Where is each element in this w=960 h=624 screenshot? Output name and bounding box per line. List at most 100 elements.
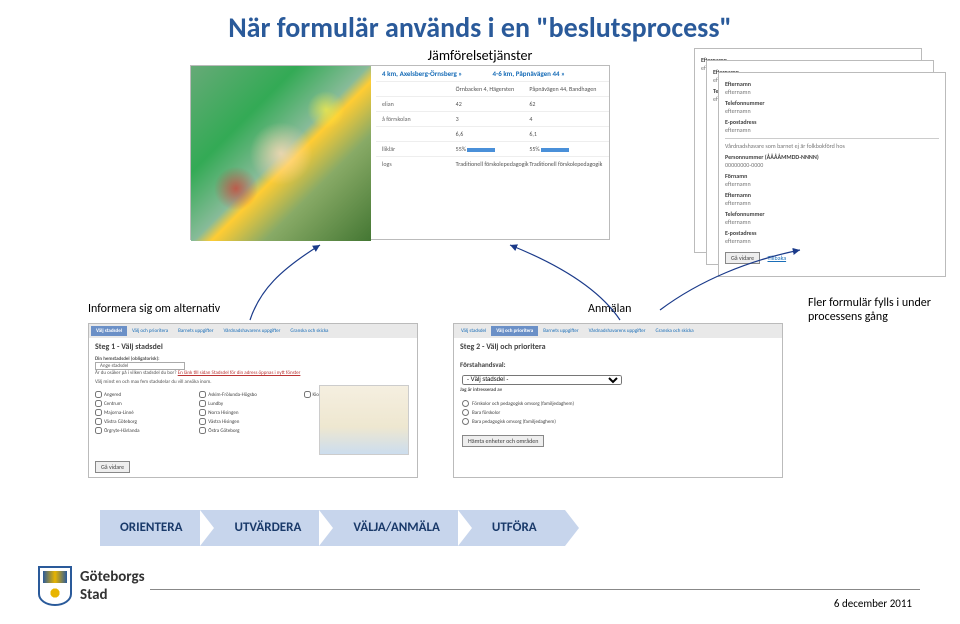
crow-c2: Påpnävägen 44, Bandhagen [529,85,603,93]
compare-grid: 4 km, Axelsberg-Örnsberg » 4-6 km, Påpnä… [376,66,609,239]
step2-interest: Jag är intresserad av [454,387,782,396]
label-anmalan: Anmälan [588,302,631,316]
form-value: efternamn [725,180,751,188]
form-label: Telefonnummer [725,99,939,107]
check[interactable]: Askim-Frölunda-Högsbo [199,391,303,398]
step2-options: Förskolor och pedagogisk omsorg (familje… [454,396,782,429]
crow-c2: Traditionell förskolepedagogik [529,160,603,168]
crow-c1: Traditionell förskolepedagogik [456,160,530,168]
label-fler-line2: processens gång [808,310,888,324]
crow-c2: 62 [529,100,603,108]
form-value: efternamn [725,199,751,207]
chevron-utvardera: UTVÄRDERA [200,510,329,546]
radio[interactable]: Bara pedagogisk omsorg (familjedaghem) [462,418,774,425]
form-label: E-postadress [725,229,939,237]
tab[interactable]: Barnets uppgifter [538,326,583,336]
compare-col2[interactable]: 4-6 km, Påpnävägen 44 » [493,69,604,78]
crow-lbl [382,85,456,93]
step2-card: Välj stadsdel Välj och prioritera Barnet… [453,323,783,478]
tabbar: Välj stadsdel Välj och prioritera Barnet… [89,324,417,338]
check[interactable]: Östra Göteborg [199,427,303,434]
check[interactable]: Örgryte-Härlanda [95,427,199,434]
chevron-valja: VÄLJA/ANMÄLA [319,510,468,546]
crow-c1: 3 [456,115,530,123]
crow-lbl [382,130,456,138]
tab[interactable]: Granska och skicka [651,326,699,336]
crow-c2: 4 [529,115,603,123]
form-continue-button[interactable]: Gå vidare [725,252,760,264]
form-value[interactable]: 00000000-0000 [725,161,763,169]
chevron-orientera: ORIENTERA [100,510,210,546]
crow-lbl: logs [382,160,456,168]
tab[interactable]: Välj stadsdel [91,326,127,336]
crow-c1: 42 [456,100,530,108]
step2-title: Steg 2 - Välj och prioritera [454,338,782,356]
check[interactable]: Angered [95,391,199,398]
check[interactable]: Västra Göteborg [95,418,199,425]
step2-fetch-button[interactable]: Hämta enheter och områden [462,435,544,447]
footer-date: 6 december 2011 [834,597,912,610]
check[interactable]: Norra Hisingen [199,409,303,416]
tab[interactable]: Välj och prioritera [127,326,173,336]
tab[interactable]: Granska och skicka [285,326,333,336]
form-value: efternamn [725,218,751,226]
compare-col1[interactable]: 4 km, Axelsberg-Örnsberg » [382,69,493,78]
check[interactable]: Centrum [95,400,199,407]
tab[interactable]: Vårdnadshavarens uppgifter [584,326,651,336]
form-note: Vårdnadshavare som barnet ej är folkbokf… [725,142,845,150]
form-label: E-postadress [725,118,939,126]
step1-note: Din hemstadsdel (obligatorisk): Ange sta… [89,356,417,379]
label-alternativ: Informera sig om alternativ [88,302,220,316]
step1-note-text: Är du osäker på i vilken stadsdel du bor… [95,370,177,376]
form-value: efternamn [725,237,751,245]
form-back-link[interactable]: Tillbaka [768,254,787,262]
brand-logo: Göteborgs Stad [38,566,145,606]
map-thumbnail [319,385,409,455]
step2-section: Förstahandsval: [454,356,782,373]
compare-card: 4 km, Axelsberg-Örnsberg » 4-6 km, Påpnä… [190,65,610,240]
crow-lbl: å förrskolan [382,115,456,123]
check[interactable]: Majorna-Linné [95,409,199,416]
check[interactable]: Västra Hisingen [199,418,303,425]
page-title: När formulär används i en "beslutsproces… [0,0,960,47]
form-value: efternamn [725,126,751,134]
compare-photo [191,66,371,241]
form-label: Telefonnummer [725,210,939,218]
crow-c2: 6,1 [529,130,603,138]
form-label: Efternamn [725,191,939,199]
form-label: Förnamn [725,172,939,180]
tab[interactable]: Välj och prioritera [491,326,538,336]
form-value: efternamn [725,107,751,115]
crow-lbl: elian [382,100,456,108]
crow-c1: Örnbacken 4, Hägersten [456,85,530,93]
tab[interactable]: Välj stadsdel [456,326,491,336]
form-label: Efternamn [725,80,939,88]
radio[interactable]: Bara förskolor [462,409,774,416]
crow-lbl: lliklär [382,145,456,153]
label-fler: Fler formulär fylls i under processens g… [808,296,931,325]
brand-text: Göteborgs Stad [80,568,145,604]
crest-icon [38,566,72,606]
form-value: efternamn [725,88,751,96]
tab[interactable]: Vårdnadshavarens uppgifter [218,326,285,336]
step1-note-link[interactable]: En länk till sidan Stadsdel för din adre… [178,370,301,376]
step1-title: Steg 1 - Välj stadsdel [89,338,417,356]
step2-select[interactable]: - Välj stadsdel - [462,375,622,385]
compare-header: 4 km, Axelsberg-Örnsberg » 4-6 km, Påpnä… [376,66,609,81]
check[interactable]: Lundby [199,400,303,407]
step1-select[interactable]: Ange stadsdel [95,362,185,370]
crow-c1: 55% [456,145,530,153]
footer-rule [150,589,920,590]
crow-c1: 6,6 [456,130,530,138]
tabbar: Välj stadsdel Välj och prioritera Barnet… [454,324,782,338]
tab[interactable]: Barnets uppgifter [173,326,218,336]
step1-card: Välj stadsdel Välj och prioritera Barnet… [88,323,418,478]
step1-continue-button[interactable]: Gå vidare [95,461,130,473]
label-fler-line1: Fler formulär fylls i under [808,296,931,310]
form-label: Personnummer (ÅÅÅÅMMDD-NNNN) [725,153,939,161]
crow-c2: 55% [529,145,603,153]
chevron-utfora: UTFÖRA [458,510,565,546]
process-chevrons: ORIENTERA UTVÄRDERA VÄLJA/ANMÄLA UTFÖRA [100,510,555,546]
form-card-front: Efternamnefternamn Telefonnummerefternam… [718,72,946,277]
radio[interactable]: Förskolor och pedagogisk omsorg (familje… [462,400,774,407]
